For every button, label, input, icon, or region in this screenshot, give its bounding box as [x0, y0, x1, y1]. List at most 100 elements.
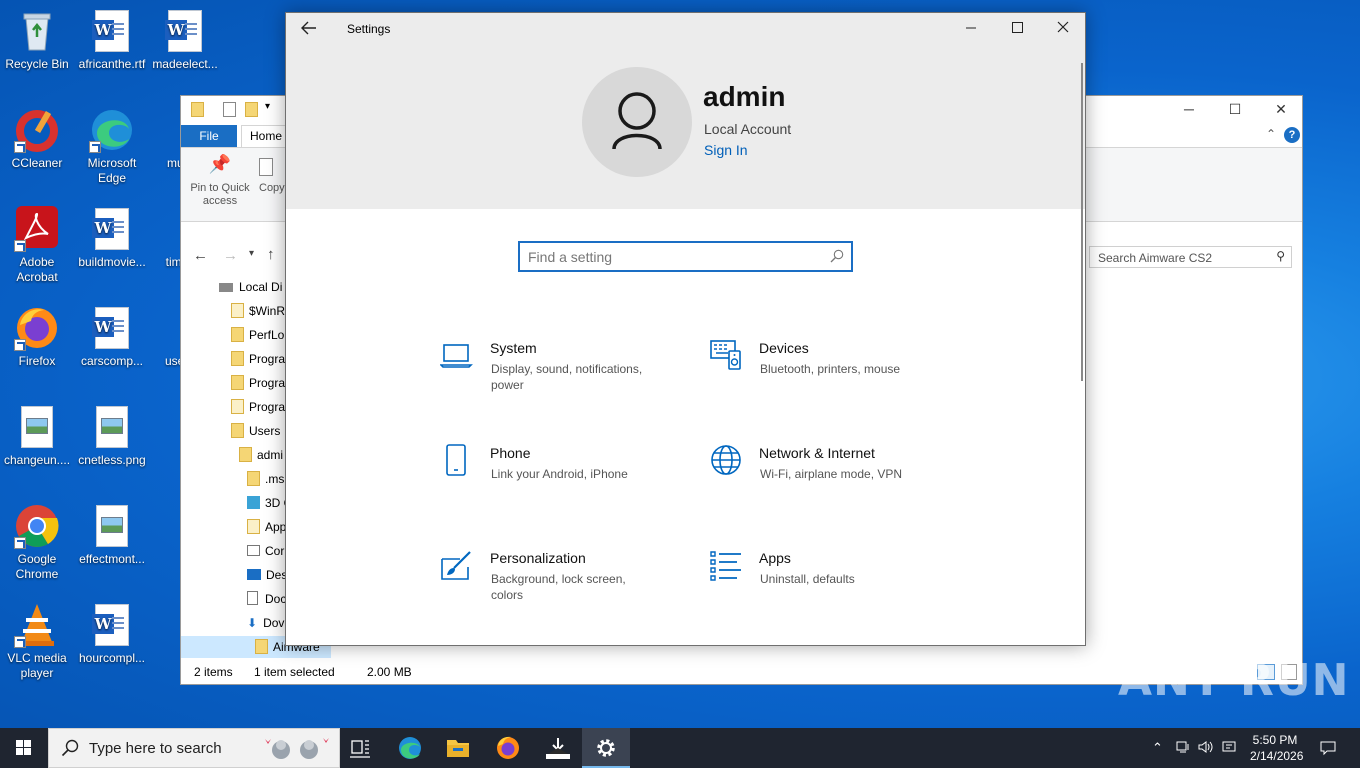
sign-in-link[interactable]: Sign In: [704, 142, 748, 158]
new-folder-icon[interactable]: [245, 102, 263, 117]
tab-file[interactable]: File: [181, 125, 237, 147]
desktop-icon-ccleaner[interactable]: CCleaner: [0, 107, 74, 171]
ime-icon[interactable]: [1222, 740, 1238, 757]
tree-item[interactable]: Des: [247, 564, 287, 586]
folder-icon: [247, 519, 260, 534]
edge-icon: [399, 737, 421, 759]
category-phone[interactable]: Phone Link your Android, iPhone: [440, 444, 670, 504]
tree-item-local-disk[interactable]: Local Di: [219, 276, 282, 298]
taskbar-installer[interactable]: [534, 728, 582, 768]
desktop-icon-adobe-acrobat[interactable]: Adobe Acrobat: [0, 206, 74, 285]
find-setting-input[interactable]: [528, 247, 818, 267]
explorer-close-button[interactable]: ✕: [1258, 96, 1304, 123]
settings-minimize-button[interactable]: [948, 13, 994, 45]
explorer-maximize-button[interactable]: ☐: [1212, 96, 1258, 123]
pin-quick-access-button[interactable]: 📌 Pin to Quick access: [187, 154, 253, 208]
tree-item[interactable]: Progra: [231, 348, 285, 370]
tree-item-label: Progra: [249, 400, 286, 414]
desktop-icon-google-chrome[interactable]: Google Chrome: [0, 503, 74, 582]
word-document-icon: W: [162, 8, 208, 54]
tree-item[interactable]: Doc: [247, 588, 286, 610]
speaker-icon[interactable]: [1198, 740, 1214, 757]
desktop-icon-carscomp[interactable]: W carscomp...: [75, 305, 149, 369]
desktop-icon-firefox[interactable]: Firefox: [0, 305, 74, 369]
category-devices[interactable]: Devices Bluetooth, printers, mouse: [709, 339, 939, 399]
explorer-search-placeholder: Search Aimware CS2: [1098, 251, 1213, 265]
category-network-internet[interactable]: Network & Internet Wi-Fi, airplane mode,…: [709, 444, 939, 504]
tree-item[interactable]: .ms: [247, 468, 284, 490]
tree-item-label: admi: [257, 448, 284, 462]
category-desc: Wi-Fi, airplane mode, VPN: [760, 467, 903, 481]
desktop-icon-cnetless[interactable]: cnetless.png: [75, 404, 149, 468]
back-arrow-icon[interactable]: ←: [193, 247, 208, 264]
category-desc: Bluetooth, printers, mouse: [760, 362, 901, 376]
up-arrow-icon[interactable]: ↑: [267, 246, 275, 263]
taskbar-settings[interactable]: [582, 728, 630, 768]
settings-scrollbar[interactable]: [1081, 63, 1083, 381]
tree-item[interactable]: Cor: [247, 540, 284, 562]
desktop-icon-changeun[interactable]: changeun....: [0, 404, 74, 468]
help-icon[interactable]: ?: [1284, 127, 1300, 143]
desktop-icon-hourcompl[interactable]: W hourcompl...: [75, 602, 149, 666]
find-setting-search[interactable]: [518, 241, 853, 272]
desktop-icon-label: Google Chrome: [15, 552, 59, 581]
tree-item-users[interactable]: Users: [231, 420, 280, 442]
desktop-icon-microsoft-edge[interactable]: Microsoft Edge: [75, 107, 149, 186]
settings-maximize-button[interactable]: [994, 13, 1040, 45]
tree-item[interactable]: PerfLo: [231, 324, 284, 346]
desktop-icon-madeelect[interactable]: W madeelect...: [148, 8, 222, 72]
ribbon-collapse-icon[interactable]: ⌃: [1266, 127, 1276, 141]
copy-button[interactable]: Copy: [259, 158, 287, 195]
tree-item[interactable]: ⬇ Dov: [247, 612, 284, 634]
folder-icon: [231, 423, 244, 438]
tree-item-label: $WinR: [249, 304, 286, 318]
gear-icon: [597, 739, 615, 757]
desktop-icon-buildmovie[interactable]: W buildmovie...: [75, 206, 149, 270]
tree-item[interactable]: Progra: [231, 372, 285, 394]
firefox-icon: [14, 305, 60, 351]
explorer-minimize-button[interactable]: ─: [1166, 96, 1212, 123]
file-explorer-icon: [447, 740, 469, 757]
forward-arrow-icon[interactable]: →: [223, 247, 238, 264]
folder-icon: [231, 303, 244, 318]
chevron-down-icon[interactable]: ▾: [265, 101, 270, 112]
start-button[interactable]: [0, 728, 48, 768]
taskbar-search-box[interactable]: Type here to search: [48, 728, 340, 768]
network-icon[interactable]: [1176, 740, 1190, 757]
desktop-icon-recycle-bin[interactable]: Recycle Bin: [0, 8, 74, 72]
pin-icon: 📌: [208, 154, 232, 174]
taskbar-firefox[interactable]: [484, 728, 532, 768]
explorer-search-box[interactable]: Search Aimware CS2 ⚲: [1089, 246, 1292, 268]
recycle-bin-icon: [14, 8, 60, 54]
properties-icon[interactable]: [223, 102, 236, 117]
settings-close-button[interactable]: [1040, 13, 1085, 45]
desktop-icon-vlc[interactable]: VLC media player: [0, 602, 74, 681]
taskbar-edge[interactable]: [386, 728, 434, 768]
recent-dropdown-icon[interactable]: ▾: [249, 248, 254, 259]
tab-home[interactable]: Home: [241, 125, 291, 147]
desktop-icon-effectmont[interactable]: effectmont...: [75, 503, 149, 567]
tree-item[interactable]: Progra: [231, 396, 285, 418]
search-icon: [830, 249, 844, 266]
task-view-button[interactable]: [336, 728, 384, 768]
tree-item[interactable]: App: [247, 516, 286, 538]
3d-objects-icon: [247, 496, 260, 509]
tree-item-label: Progra: [249, 352, 286, 366]
desktop-icon-label: madeelect...: [152, 57, 218, 71]
taskbar-clock[interactable]: 5:50 PM 2/14/2026: [1250, 732, 1303, 764]
apps-list-icon: [709, 549, 743, 583]
notifications-icon[interactable]: [1320, 740, 1336, 759]
avatar: [582, 67, 692, 177]
category-personalization[interactable]: Personalization Background, lock screen,…: [440, 549, 670, 609]
back-arrow-icon[interactable]: [298, 18, 320, 40]
drive-icon: [219, 283, 233, 292]
taskbar-file-explorer[interactable]: [434, 728, 482, 768]
folder-icon: [239, 447, 252, 462]
chevron-up-icon[interactable]: ⌃: [1152, 740, 1163, 756]
tree-item[interactable]: $WinR: [231, 300, 285, 322]
category-apps[interactable]: Apps Uninstall, defaults: [709, 549, 939, 609]
tree-item-admin[interactable]: admi: [239, 444, 283, 466]
desktop-icon-africanthe[interactable]: W africanthe.rtf: [75, 8, 149, 72]
category-system[interactable]: System Display, sound, notifications, po…: [439, 339, 670, 399]
ccleaner-icon: [14, 107, 60, 153]
